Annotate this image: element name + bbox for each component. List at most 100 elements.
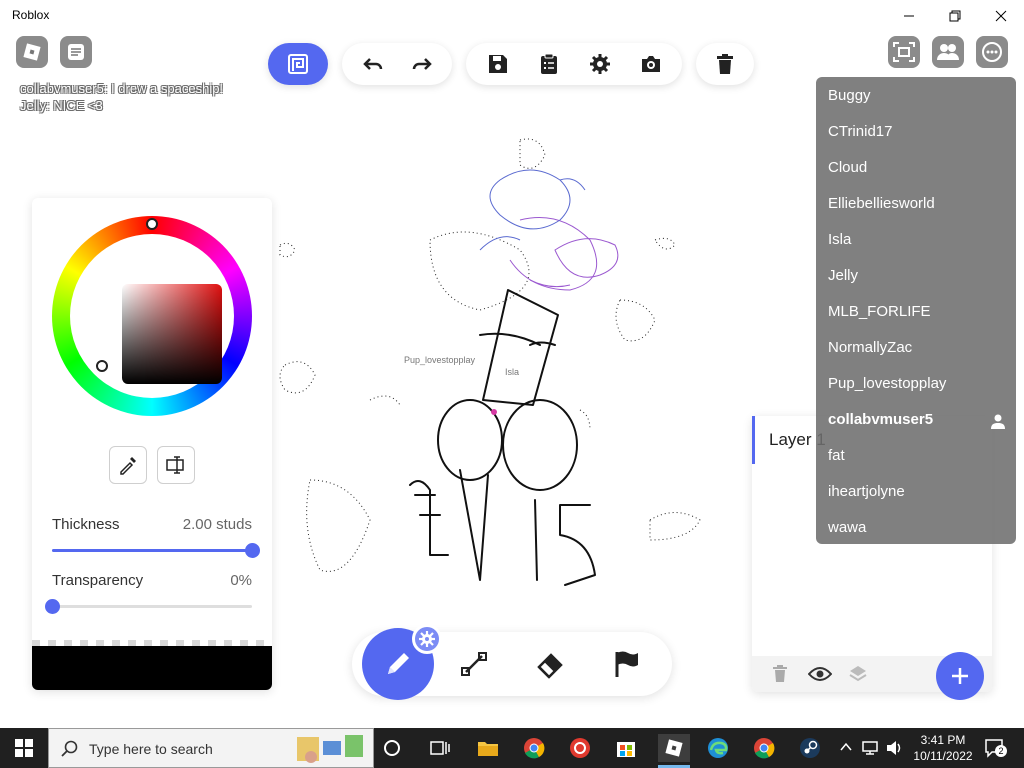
app-red-icon	[570, 738, 590, 758]
player-list-item[interactable]: wawa	[828, 519, 866, 536]
player-list-item[interactable]: Isla	[828, 231, 851, 248]
player-list-item[interactable]: Cloud	[828, 159, 867, 176]
thickness-slider[interactable]	[52, 543, 260, 558]
thickness-slider-fill	[52, 549, 252, 552]
undo-icon	[362, 58, 382, 70]
hue-knob[interactable]	[146, 218, 158, 230]
cortana-icon	[384, 740, 400, 756]
app-button[interactable]	[566, 734, 594, 762]
minimize-button[interactable]	[886, 0, 932, 32]
more-button[interactable]	[976, 36, 1008, 68]
delete-layer-icon	[773, 665, 787, 682]
eyedropper-icon	[120, 457, 136, 475]
transparency-slider-thumb[interactable]	[45, 599, 60, 614]
redo-button[interactable]	[402, 44, 442, 84]
settings-icon	[589, 54, 610, 74]
blue-sketch	[479, 169, 586, 251]
player-list-item[interactable]: Jelly	[828, 267, 858, 284]
player-list-item[interactable]: MLB_FORLIFE	[828, 303, 931, 320]
player-list-item[interactable]: iheartjolyne	[828, 483, 905, 500]
thickness-value: 2.00 studs	[182, 516, 252, 533]
player-list-item[interactable]: fat	[828, 447, 845, 464]
chrome-button-2[interactable]	[750, 734, 778, 762]
start-button[interactable]	[0, 728, 48, 768]
save-button[interactable]	[478, 44, 518, 84]
notification-count: 2	[995, 745, 1007, 757]
clock-date: 10/11/2022	[913, 749, 973, 763]
file-explorer-button[interactable]	[474, 734, 502, 762]
flag-icon	[615, 651, 638, 677]
taskbar-clock[interactable]: 3:41 PM 10/11/2022	[912, 732, 974, 764]
scribble-marks	[279, 138, 701, 572]
taskbar-search-box[interactable]: Type here to search	[48, 728, 374, 768]
chevron-up-icon	[840, 742, 852, 751]
close-button[interactable]	[978, 0, 1024, 32]
notifications-button[interactable]: 2	[982, 736, 1007, 760]
steam-button[interactable]	[796, 734, 824, 762]
layers-icon	[849, 666, 867, 682]
transparency-value: 0%	[230, 572, 252, 589]
file-group	[466, 43, 682, 85]
network-icon	[862, 741, 878, 755]
roblox-menu-button[interactable]	[16, 36, 48, 68]
add-layer-button[interactable]	[936, 652, 984, 700]
cortana-button[interactable]	[378, 734, 406, 762]
players-button[interactable]	[932, 36, 964, 68]
saturation-value-square[interactable]	[122, 284, 222, 384]
player-list-item[interactable]: Buggy	[828, 87, 871, 104]
roblox-taskbar-button[interactable]	[658, 734, 690, 762]
plus-icon	[952, 668, 968, 684]
clipboard-icon	[540, 53, 557, 74]
undo-button[interactable]	[353, 44, 393, 84]
player-list-item[interactable]: NormallyZac	[828, 339, 912, 356]
line-icon	[461, 652, 487, 676]
frame-button[interactable]	[268, 43, 328, 85]
chat-message: Jelly: NICE <3	[20, 98, 103, 113]
chat-log: collabvmuser5: I drew a spaceship! Jelly…	[20, 80, 223, 114]
text-input-icon	[166, 456, 184, 474]
window-titlebar: Roblox	[0, 0, 1024, 32]
clear-canvas-button[interactable]	[705, 44, 745, 84]
eyedropper-button[interactable]	[109, 446, 147, 484]
player-list-item[interactable]: Pup_lovestopplay	[828, 375, 946, 392]
drawing-tools-bar	[352, 624, 672, 700]
color-text-button[interactable]	[157, 446, 195, 484]
chrome-icon	[754, 738, 775, 759]
color-knob[interactable]	[96, 360, 108, 372]
people-icon	[937, 44, 959, 60]
fill-tool-button[interactable]	[606, 644, 646, 684]
fullscreen-button[interactable]	[888, 36, 920, 68]
chat-toggle-button[interactable]	[60, 36, 92, 68]
drawing-canvas[interactable]	[270, 130, 720, 600]
current-user-icon	[991, 414, 1005, 429]
task-view-icon	[430, 741, 450, 755]
thickness-slider-thumb[interactable]	[245, 543, 260, 558]
camera-icon	[641, 56, 660, 72]
player-list-item[interactable]: CTrinid17	[828, 123, 892, 140]
current-color-swatch[interactable]	[32, 646, 272, 690]
clipboard-button[interactable]	[529, 44, 569, 84]
chat-message: collabvmuser5: I drew a spaceship!	[20, 81, 224, 96]
task-view-button[interactable]	[426, 734, 454, 762]
store-button[interactable]	[612, 734, 640, 762]
main-drawing	[409, 289, 596, 586]
player-list-item[interactable]: collabvmuser5	[828, 411, 933, 428]
chrome-button[interactable]	[520, 734, 548, 762]
volume-icon	[887, 741, 901, 755]
transparency-slider[interactable]	[45, 599, 252, 614]
save-icon	[488, 55, 507, 73]
eraser-tool-button[interactable]	[530, 644, 570, 684]
trash-icon	[717, 54, 733, 74]
roblox-app: Roblox collabvmuser5: I drew a spaceship…	[0, 0, 1024, 768]
frame-icon	[288, 54, 308, 74]
hue-wheel[interactable]	[52, 216, 252, 416]
edge-button[interactable]	[704, 734, 732, 762]
eye-icon	[808, 667, 832, 681]
line-tool-button[interactable]	[454, 644, 494, 684]
restore-button[interactable]	[932, 0, 978, 32]
player-list-item[interactable]: Elliebelliesworld	[828, 195, 935, 212]
screenshot-button[interactable]	[631, 44, 671, 84]
settings-button[interactable]	[580, 44, 620, 84]
pen-settings-button[interactable]	[412, 624, 442, 654]
transparency-label: Transparency	[52, 572, 144, 589]
